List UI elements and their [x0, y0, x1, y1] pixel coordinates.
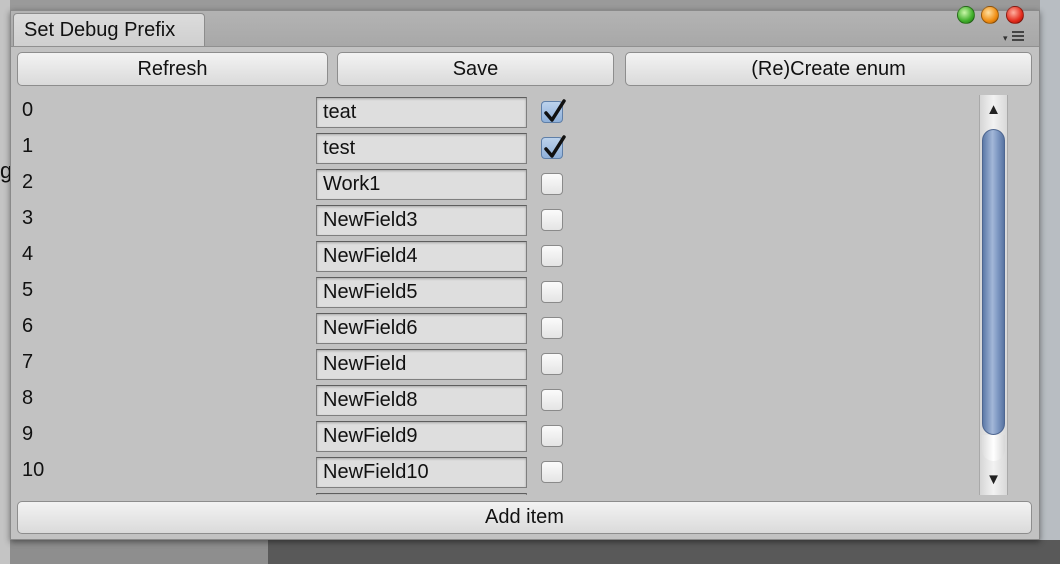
list-item: 0 teat — [11, 95, 979, 131]
item-enabled-checkbox[interactable] — [541, 461, 563, 483]
item-index: 10 — [22, 459, 45, 481]
save-button[interactable]: Save — [337, 52, 614, 86]
window-titlebar: Set Debug Prefix ▾ — [11, 6, 1039, 47]
item-index: 1 — [22, 135, 34, 157]
item-enabled-checkbox[interactable] — [541, 317, 563, 339]
background-panel-edge: g — [0, 0, 12, 564]
item-name-field[interactable]: NewField10 — [316, 457, 527, 488]
vertical-scrollbar[interactable]: ▲ ▼ — [979, 95, 1008, 495]
item-enabled-checkbox[interactable] — [541, 281, 563, 303]
list-item: 4 NewField4 — [11, 239, 979, 275]
item-name-field[interactable]: NewField4 — [316, 241, 527, 272]
list-item: 7 NewField — [11, 347, 979, 383]
red-light-icon[interactable] — [1006, 6, 1024, 24]
item-enabled-checkbox[interactable] — [541, 135, 566, 159]
item-name-field[interactable]: NewField9 — [316, 421, 527, 452]
item-enabled-checkbox[interactable] — [541, 353, 563, 375]
checkmark-icon — [544, 99, 566, 122]
checkmark-icon — [544, 135, 566, 158]
scroll-up-arrow-icon[interactable]: ▲ — [980, 97, 1007, 123]
list-item: 9 NewField9 — [11, 419, 979, 455]
item-name-field[interactable]: NewField3 — [316, 205, 527, 236]
add-item-button[interactable]: Add item — [17, 501, 1032, 534]
tab-menu-icon[interactable]: ▾ — [1003, 29, 1027, 43]
background-bottom-edge — [10, 540, 1060, 564]
refresh-button[interactable]: Refresh — [17, 52, 328, 86]
item-name-field[interactable] — [316, 493, 527, 495]
scrollbar-track-end — [982, 435, 1005, 461]
background-scene-edge — [1040, 0, 1060, 564]
item-index: 6 — [22, 315, 34, 337]
item-enabled-checkbox[interactable] — [541, 389, 563, 411]
scroll-down-arrow-icon[interactable]: ▼ — [980, 467, 1007, 493]
scrollbar-thumb[interactable] — [982, 129, 1005, 435]
prefix-list: 0 teat 1 test 2 Work1 3 NewField3 4 NewF… — [11, 95, 979, 495]
list-item: 5 NewField5 — [11, 275, 979, 311]
list-item: 10 NewField10 — [11, 455, 979, 491]
item-enabled-checkbox[interactable] — [541, 425, 563, 447]
list-item: 1 test — [11, 131, 979, 167]
item-index: 7 — [22, 351, 34, 373]
item-enabled-checkbox[interactable] — [541, 173, 563, 195]
list-item: 3 NewField3 — [11, 203, 979, 239]
item-name-field[interactable]: NewField5 — [316, 277, 527, 308]
list-item: 8 NewField8 — [11, 383, 979, 419]
item-name-field[interactable]: NewField — [316, 349, 527, 380]
item-name-field[interactable]: NewField8 — [316, 385, 527, 416]
list-item: 2 Work1 — [11, 167, 979, 203]
recreate-enum-button[interactable]: (Re)Create enum — [625, 52, 1032, 86]
list-item: 6 NewField6 — [11, 311, 979, 347]
debug-prefix-window: Set Debug Prefix ▾ Refresh Save (Re)Crea… — [10, 6, 1040, 540]
green-light-icon[interactable] — [957, 6, 975, 24]
item-name-field[interactable]: NewField6 — [316, 313, 527, 344]
item-index: 4 — [22, 243, 34, 265]
item-index: 8 — [22, 387, 34, 409]
item-index: 9 — [22, 423, 34, 445]
yellow-light-icon[interactable] — [981, 6, 999, 24]
item-name-field[interactable]: test — [316, 133, 527, 164]
item-index: 5 — [22, 279, 34, 301]
item-index: 3 — [22, 207, 34, 229]
list-item-partial — [11, 491, 979, 495]
item-enabled-checkbox[interactable] — [541, 245, 563, 267]
item-name-field[interactable]: Work1 — [316, 169, 527, 200]
tab-set-debug-prefix[interactable]: Set Debug Prefix — [13, 13, 205, 46]
item-enabled-checkbox[interactable] — [541, 209, 563, 231]
item-enabled-checkbox[interactable] — [541, 99, 566, 123]
item-index: 0 — [22, 99, 34, 121]
item-name-field[interactable]: teat — [316, 97, 527, 128]
item-index: 2 — [22, 171, 34, 193]
